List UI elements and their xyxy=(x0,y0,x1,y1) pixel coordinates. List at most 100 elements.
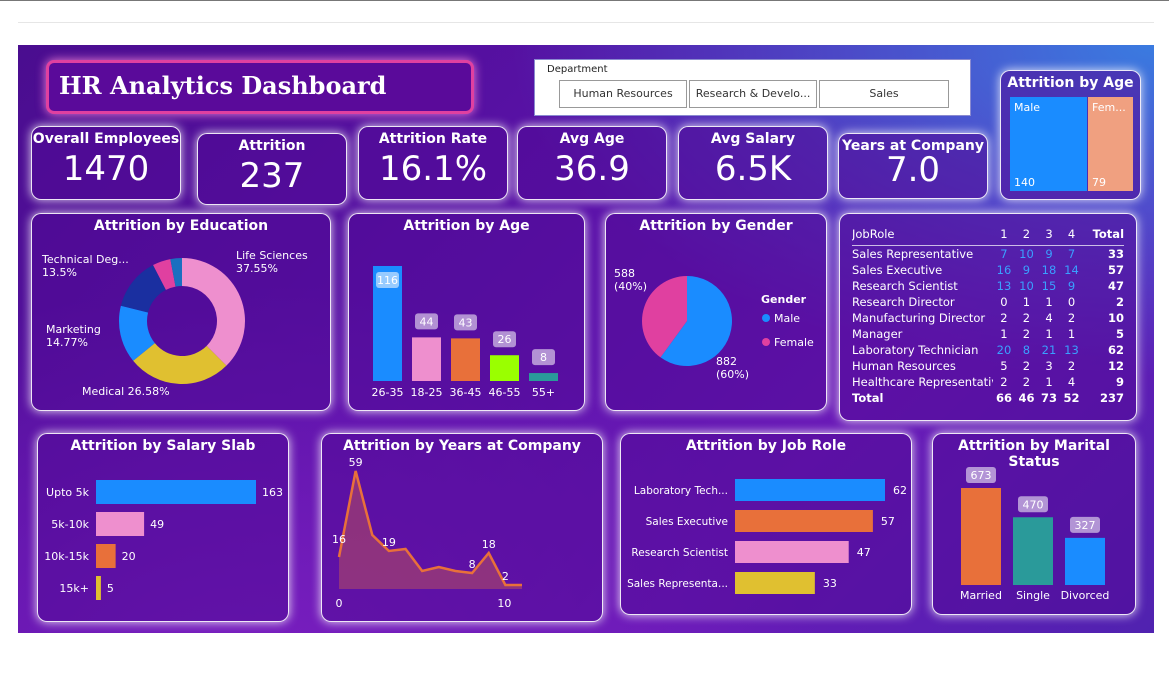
cell: 2 xyxy=(1116,295,1125,309)
years-area-chart: 16 59 19 8 18 2 0 10 xyxy=(332,456,522,610)
tick-label: Sales Executive xyxy=(646,516,728,528)
data-label: 49 xyxy=(150,518,164,531)
cell: 0 xyxy=(1067,295,1076,309)
bar xyxy=(735,479,885,501)
table-header: JobRole 1 2 3 4 Total xyxy=(852,222,1124,246)
cell: 47 xyxy=(1108,279,1125,293)
table-row: Sales Executive 16 9 18 14 57 xyxy=(852,262,1124,278)
area-fill xyxy=(339,471,522,589)
row-label: Manager xyxy=(852,327,903,341)
bar xyxy=(451,338,480,381)
slicer-label: Department xyxy=(547,64,608,75)
cell: 62 xyxy=(1108,343,1125,357)
cell: 9 xyxy=(1116,375,1125,389)
tick-label: 18-25 xyxy=(411,386,443,399)
attrition-by-years-card: Attrition by Years at Company 16 59 19 8 18 2… xyxy=(321,433,603,622)
tick-label: 55+ xyxy=(532,386,555,399)
table-row: Manufacturing Director 2 2 4 2 10 xyxy=(852,310,1124,326)
slicer-option-sales[interactable]: Sales xyxy=(819,80,949,108)
data-label: 16 xyxy=(332,533,346,546)
table-total-row: Total 66 46 73 52 237 xyxy=(852,390,1124,406)
kpi-label: Overall Employees xyxy=(32,131,180,147)
table-row: Laboratory Technician 20 8 21 13 62 xyxy=(852,342,1124,358)
cell: 5 xyxy=(1000,359,1008,373)
cell: 1 xyxy=(1067,327,1076,341)
kpi-value: 7.0 xyxy=(885,150,941,190)
row-label: Research Director xyxy=(852,295,955,309)
cell: 73 xyxy=(1040,391,1057,405)
marital-bar-chart: 673 Married 470 Single 327 Divorced xyxy=(960,467,1109,602)
attrition-by-marital-card: Attrition by Marital Status 673 Married 47… xyxy=(932,433,1136,615)
cell: 8 xyxy=(1022,343,1031,357)
cell: 10 xyxy=(1019,279,1034,293)
row-label: Laboratory Technician xyxy=(852,343,979,357)
cell: 2 xyxy=(1022,327,1031,341)
cell: 2 xyxy=(1022,359,1031,373)
kpi-value: 36.9 xyxy=(554,149,630,189)
gender-pie-chart: 882 (60%) 588 (40%) Gender Male Female xyxy=(614,267,814,381)
bar xyxy=(96,480,256,504)
bar xyxy=(735,510,873,532)
data-label: 59 xyxy=(349,456,363,469)
tick-label: 46-55 xyxy=(489,386,521,399)
slicer-option-human-resources[interactable]: Human Resources xyxy=(559,80,687,108)
cell: 1 xyxy=(1045,327,1053,341)
data-label: 33 xyxy=(823,577,837,590)
data-label: 116 xyxy=(377,274,398,287)
bar xyxy=(96,576,101,600)
cell: 2 xyxy=(1000,311,1008,325)
kpi-card-avg-age: Avg Age 36.9 xyxy=(517,126,667,200)
row-label: Healthcare Representative xyxy=(852,375,993,389)
tick-label: 10k-15k xyxy=(44,550,89,563)
treemap-tile-male[interactable]: Male 140 xyxy=(1010,97,1087,191)
tick-label: 5k-10k xyxy=(51,518,89,531)
attrition-by-salary-slab-card: Attrition by Salary Slab Upto 5k 163 5k-10… xyxy=(37,433,289,622)
cell: 52 xyxy=(1063,391,1080,405)
jobrole-bar-chart: Laboratory Tech... 62 Sales Executive 57 Res… xyxy=(627,479,907,594)
treemap-tile-female[interactable]: Fem... 79 xyxy=(1088,97,1133,191)
cell: 7 xyxy=(1000,247,1008,261)
report-header-strip xyxy=(18,22,1154,45)
cell: 0 xyxy=(1000,295,1008,309)
card-title: Attrition by Age xyxy=(1007,75,1134,91)
bar xyxy=(490,355,519,381)
tick-label: Married xyxy=(960,589,1002,602)
data-label: 588 (40%) xyxy=(614,267,647,293)
legend-marker xyxy=(762,314,770,322)
cell: 1 xyxy=(1022,295,1031,309)
cell: 4 xyxy=(1067,226,1076,241)
row-label: JobRole xyxy=(852,226,895,241)
data-label: 163 xyxy=(262,486,283,499)
cell: 5 xyxy=(1116,327,1125,341)
cell: 12 xyxy=(1108,359,1125,373)
cell: 18 xyxy=(1041,263,1057,277)
data-label: Technical Deg... 13.5% xyxy=(41,253,129,279)
cell: 33 xyxy=(1108,247,1125,261)
data-label: Life Sciences 37.55% xyxy=(236,249,308,275)
cell: 2 xyxy=(1022,311,1031,325)
cell: 1 xyxy=(1045,295,1053,309)
tick-label: 10 xyxy=(497,597,511,610)
education-donut-chart: Life Sciences 37.55% Medical 26.58% Marketi… xyxy=(41,249,308,398)
cell: 7 xyxy=(1067,247,1076,261)
bar xyxy=(96,544,116,568)
bar xyxy=(1013,517,1053,585)
cell: 46 xyxy=(1018,391,1035,405)
cell: 10 xyxy=(1019,247,1034,261)
data-label: 43 xyxy=(459,316,473,329)
cell: 20 xyxy=(996,343,1012,357)
row-label: Research Scientist xyxy=(852,279,958,293)
tick-label: Upto 5k xyxy=(46,486,90,499)
slicer-option-research-development[interactable]: Research & Develo... xyxy=(689,80,817,108)
table-row: Manager 1 2 1 1 5 xyxy=(852,326,1124,342)
attrition-by-age-treemap-card: Attrition by Age Male 140 Fem... 79 xyxy=(1000,70,1141,200)
top-border-line xyxy=(0,0,1169,1)
bar xyxy=(96,512,145,536)
dashboard-title-box: HR Analytics Dashboard xyxy=(46,60,474,114)
tick-label: 36-45 xyxy=(450,386,482,399)
cell: 1 xyxy=(1000,327,1008,341)
data-label: 470 xyxy=(1023,498,1044,511)
cell: 10 xyxy=(1108,311,1125,325)
kpi-card-attrition: Attrition 237 xyxy=(197,133,347,205)
kpi-value: 16.1% xyxy=(378,149,487,189)
